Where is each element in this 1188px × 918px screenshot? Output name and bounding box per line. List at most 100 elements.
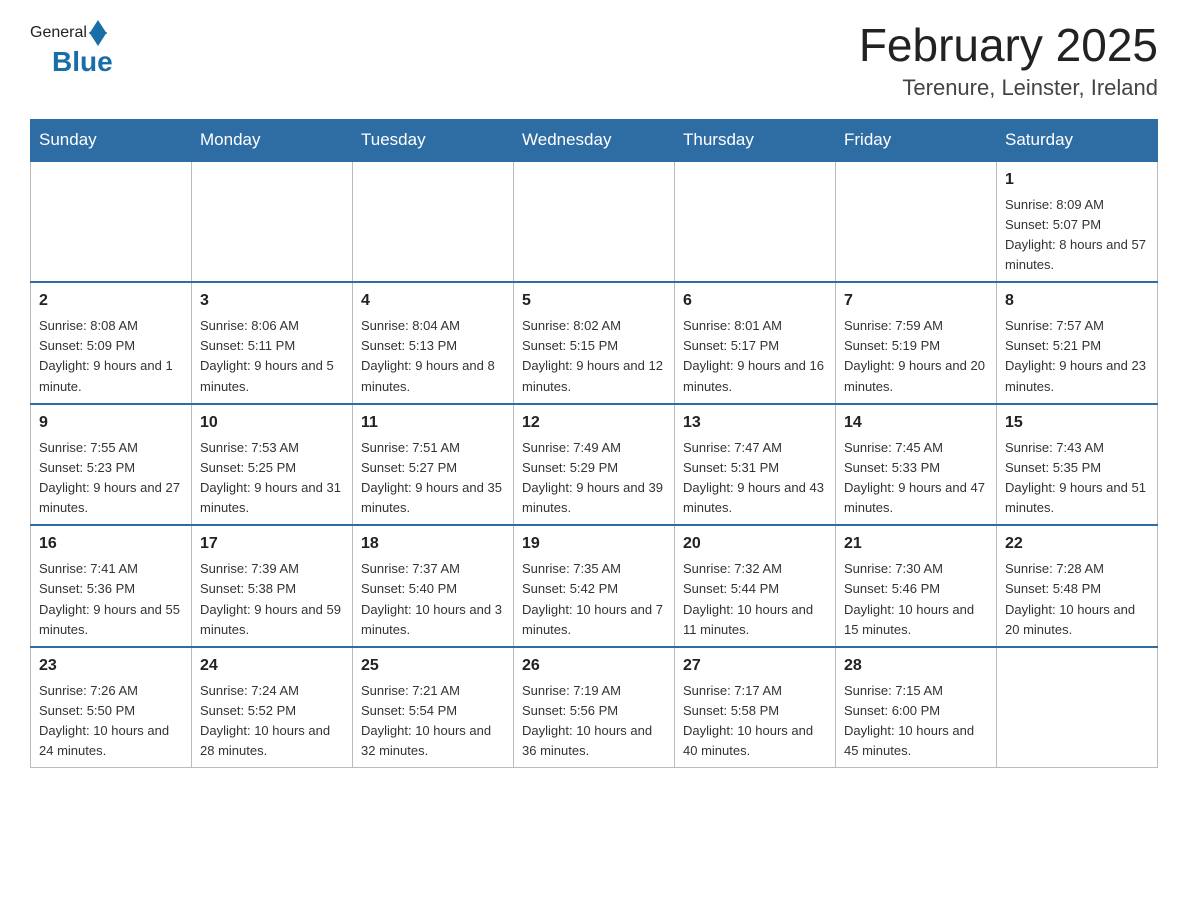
day-info: Sunrise: 7:26 AMSunset: 5:50 PMDaylight:… — [39, 681, 183, 762]
day-number: 17 — [200, 532, 344, 556]
calendar-cell — [675, 161, 836, 283]
day-header-tuesday: Tuesday — [353, 119, 514, 161]
day-info: Sunrise: 7:17 AMSunset: 5:58 PMDaylight:… — [683, 681, 827, 762]
day-info: Sunrise: 7:39 AMSunset: 5:38 PMDaylight:… — [200, 559, 344, 640]
day-info: Sunrise: 7:53 AMSunset: 5:25 PMDaylight:… — [200, 438, 344, 519]
calendar-cell: 5Sunrise: 8:02 AMSunset: 5:15 PMDaylight… — [514, 282, 675, 404]
calendar-week-1: 1 Sunrise: 8:09 AMSunset: 5:07 PMDaylight… — [31, 161, 1158, 283]
day-header-sunday: Sunday — [31, 119, 192, 161]
day-number: 8 — [1005, 289, 1149, 313]
location-title: Terenure, Leinster, Ireland — [859, 75, 1158, 101]
calendar-cell: 15 Sunrise: 7:43 AMSunset: 5:35 PMDayligh… — [997, 404, 1158, 526]
day-info: Sunrise: 7:41 AMSunset: 5:36 PMDaylight:… — [39, 559, 183, 640]
calendar-cell — [31, 161, 192, 283]
day-number: 7 — [844, 289, 988, 313]
calendar-cell: 25Sunrise: 7:21 AMSunset: 5:54 PMDayligh… — [353, 647, 514, 768]
calendar-cell: 26 Sunrise: 7:19 AMSunset: 5:56 PMDayligh… — [514, 647, 675, 768]
calendar-cell — [997, 647, 1158, 768]
day-number: 18 — [361, 532, 505, 556]
day-info: Sunrise: 7:28 AMSunset: 5:48 PMDaylight:… — [1005, 559, 1149, 640]
day-info: Sunrise: 7:19 AMSunset: 5:56 PMDaylight:… — [522, 681, 666, 762]
calendar-cell: 4 Sunrise: 8:04 AMSunset: 5:13 PMDaylight… — [353, 282, 514, 404]
day-number: 4 — [361, 289, 505, 313]
title-section: February 2025 Terenure, Leinster, Irelan… — [859, 20, 1158, 101]
page-header: General Blue February 2025 Terenure, Lei… — [30, 20, 1158, 101]
calendar-cell: 11 Sunrise: 7:51 AMSunset: 5:27 PMDayligh… — [353, 404, 514, 526]
day-info: Sunrise: 7:49 AMSunset: 5:29 PMDaylight:… — [522, 438, 666, 519]
day-info: Sunrise: 7:43 AMSunset: 5:35 PMDaylight:… — [1005, 438, 1149, 519]
day-info: Sunrise: 7:51 AMSunset: 5:27 PMDaylight:… — [361, 438, 505, 519]
day-number: 1 — [1005, 168, 1149, 192]
day-number: 23 — [39, 654, 183, 678]
month-title: February 2025 — [859, 20, 1158, 71]
calendar-cell: 13 Sunrise: 7:47 AMSunset: 5:31 PMDayligh… — [675, 404, 836, 526]
day-number: 9 — [39, 411, 183, 435]
day-info: Sunrise: 7:21 AMSunset: 5:54 PMDaylight:… — [361, 681, 505, 762]
day-info: Sunrise: 7:59 AMSunset: 5:19 PMDaylight:… — [844, 316, 988, 397]
calendar-cell: 22Sunrise: 7:28 AMSunset: 5:48 PMDayligh… — [997, 525, 1158, 647]
day-info: Sunrise: 7:24 AMSunset: 5:52 PMDaylight:… — [200, 681, 344, 762]
day-number: 24 — [200, 654, 344, 678]
day-number: 10 — [200, 411, 344, 435]
day-number: 12 — [522, 411, 666, 435]
day-number: 2 — [39, 289, 183, 313]
calendar-cell — [353, 161, 514, 283]
calendar-cell: 20Sunrise: 7:32 AMSunset: 5:44 PMDayligh… — [675, 525, 836, 647]
logo: General Blue — [30, 20, 113, 78]
calendar-cell: 6Sunrise: 8:01 AMSunset: 5:17 PMDaylight… — [675, 282, 836, 404]
calendar-week-5: 23 Sunrise: 7:26 AMSunset: 5:50 PMDayligh… — [31, 647, 1158, 768]
day-info: Sunrise: 8:04 AMSunset: 5:13 PMDaylight:… — [361, 316, 505, 397]
day-info: Sunrise: 8:06 AMSunset: 5:11 PMDaylight:… — [200, 316, 344, 397]
day-number: 13 — [683, 411, 827, 435]
day-number: 20 — [683, 532, 827, 556]
logo-blue-text: Blue — [52, 46, 113, 77]
calendar-cell: 14 Sunrise: 7:45 AMSunset: 5:33 PMDayligh… — [836, 404, 997, 526]
day-number: 21 — [844, 532, 988, 556]
day-number: 11 — [361, 411, 505, 435]
day-number: 16 — [39, 532, 183, 556]
calendar-header-row: SundayMondayTuesdayWednesdayThursdayFrid… — [31, 119, 1158, 161]
day-number: 27 — [683, 654, 827, 678]
calendar-cell — [836, 161, 997, 283]
day-number: 14 — [844, 411, 988, 435]
calendar-cell: 23 Sunrise: 7:26 AMSunset: 5:50 PMDayligh… — [31, 647, 192, 768]
calendar-cell: 7 Sunrise: 7:59 AMSunset: 5:19 PMDaylight… — [836, 282, 997, 404]
calendar-cell — [192, 161, 353, 283]
calendar-cell: 19Sunrise: 7:35 AMSunset: 5:42 PMDayligh… — [514, 525, 675, 647]
calendar-cell: 12 Sunrise: 7:49 AMSunset: 5:29 PMDayligh… — [514, 404, 675, 526]
calendar-cell: 21 Sunrise: 7:30 AMSunset: 5:46 PMDayligh… — [836, 525, 997, 647]
day-info: Sunrise: 8:09 AMSunset: 5:07 PMDaylight:… — [1005, 195, 1149, 276]
calendar-week-2: 2Sunrise: 8:08 AMSunset: 5:09 PMDaylight… — [31, 282, 1158, 404]
day-info: Sunrise: 7:57 AMSunset: 5:21 PMDaylight:… — [1005, 316, 1149, 397]
calendar-cell: 9 Sunrise: 7:55 AMSunset: 5:23 PMDaylight… — [31, 404, 192, 526]
calendar-cell: 24 Sunrise: 7:24 AMSunset: 5:52 PMDayligh… — [192, 647, 353, 768]
calendar-week-3: 9 Sunrise: 7:55 AMSunset: 5:23 PMDaylight… — [31, 404, 1158, 526]
day-header-friday: Friday — [836, 119, 997, 161]
day-header-monday: Monday — [192, 119, 353, 161]
day-info: Sunrise: 7:30 AMSunset: 5:46 PMDaylight:… — [844, 559, 988, 640]
calendar-table: SundayMondayTuesdayWednesdayThursdayFrid… — [30, 119, 1158, 769]
day-number: 3 — [200, 289, 344, 313]
day-header-thursday: Thursday — [675, 119, 836, 161]
logo-general-text: General — [30, 24, 87, 42]
calendar-cell: 16 Sunrise: 7:41 AMSunset: 5:36 PMDayligh… — [31, 525, 192, 647]
calendar-cell: 17 Sunrise: 7:39 AMSunset: 5:38 PMDayligh… — [192, 525, 353, 647]
day-number: 26 — [522, 654, 666, 678]
day-info: Sunrise: 7:35 AMSunset: 5:42 PMDaylight:… — [522, 559, 666, 640]
calendar-cell: 2Sunrise: 8:08 AMSunset: 5:09 PMDaylight… — [31, 282, 192, 404]
day-info: Sunrise: 7:47 AMSunset: 5:31 PMDaylight:… — [683, 438, 827, 519]
calendar-cell: 8 Sunrise: 7:57 AMSunset: 5:21 PMDaylight… — [997, 282, 1158, 404]
day-header-saturday: Saturday — [997, 119, 1158, 161]
calendar-cell: 3 Sunrise: 8:06 AMSunset: 5:11 PMDaylight… — [192, 282, 353, 404]
calendar-cell — [514, 161, 675, 283]
calendar-cell: 18 Sunrise: 7:37 AMSunset: 5:40 PMDayligh… — [353, 525, 514, 647]
day-info: Sunrise: 7:45 AMSunset: 5:33 PMDaylight:… — [844, 438, 988, 519]
calendar-cell: 10 Sunrise: 7:53 AMSunset: 5:25 PMDayligh… — [192, 404, 353, 526]
day-info: Sunrise: 8:02 AMSunset: 5:15 PMDaylight:… — [522, 316, 666, 397]
day-info: Sunrise: 7:37 AMSunset: 5:40 PMDaylight:… — [361, 559, 505, 640]
calendar-cell: 1 Sunrise: 8:09 AMSunset: 5:07 PMDaylight… — [997, 161, 1158, 283]
day-number: 15 — [1005, 411, 1149, 435]
calendar-cell: 28Sunrise: 7:15 AMSunset: 6:00 PMDayligh… — [836, 647, 997, 768]
calendar-week-4: 16 Sunrise: 7:41 AMSunset: 5:36 PMDayligh… — [31, 525, 1158, 647]
day-info: Sunrise: 7:55 AMSunset: 5:23 PMDaylight:… — [39, 438, 183, 519]
